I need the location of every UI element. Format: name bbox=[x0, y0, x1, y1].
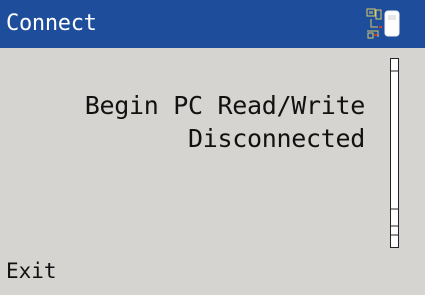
exit-softkey[interactable]: Exit bbox=[6, 259, 57, 283]
begin-pc-read-write-message: Begin PC Read/Write bbox=[84, 91, 366, 120]
pc-connection-icon bbox=[366, 8, 400, 39]
status-messages: Begin PC Read/Write Disconnected bbox=[84, 89, 366, 155]
device-screen: Connect Begin PC Read/Write Disconnected… bbox=[0, 0, 425, 295]
screen-title: Connect bbox=[6, 11, 97, 36]
title-bar: Connect bbox=[0, 0, 425, 48]
connection-status-message: Disconnected bbox=[187, 124, 365, 153]
vertical-scrollbar[interactable] bbox=[390, 58, 399, 248]
